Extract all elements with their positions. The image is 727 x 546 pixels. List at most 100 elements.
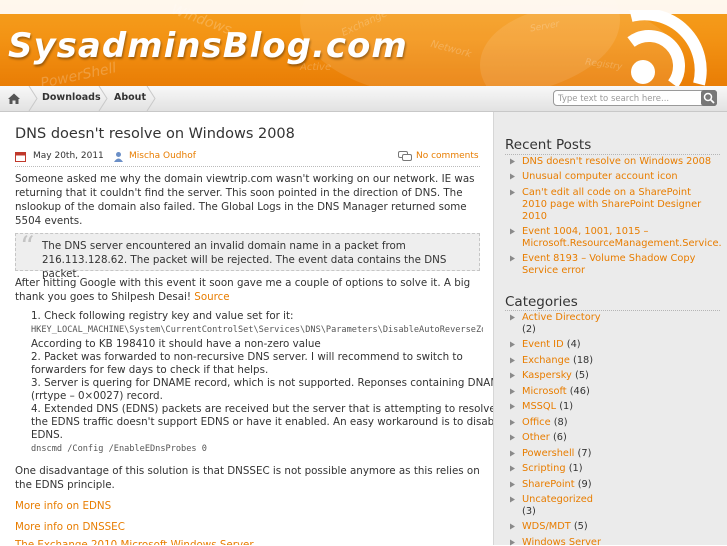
site-logo[interactable]: SysadminsBlog.com: [8, 26, 408, 66]
recent-post-link[interactable]: DNS doesn't resolve on Windows 2008: [522, 156, 711, 169]
category-item: Event ID (4): [522, 339, 581, 352]
category-link[interactable]: Powershell: [522, 448, 574, 459]
bullet-icon: [510, 314, 515, 321]
category-count: (3): [522, 506, 536, 517]
bullet-icon: [510, 189, 515, 196]
step-item: 2. Packet was forwarded to non-recursive…: [31, 351, 463, 363]
source-link[interactable]: Source: [194, 291, 229, 303]
category-count: (46): [569, 386, 590, 397]
category-link[interactable]: Other: [522, 432, 550, 443]
category-link[interactable]: Kaspersky: [522, 370, 572, 381]
dnssec-link[interactable]: More info on DNSSEC: [15, 520, 480, 534]
category-count: (4): [566, 339, 581, 350]
category-item: MSSQL (1): [522, 401, 573, 414]
post-paragraph-text: After hitting Google with this event it …: [15, 277, 471, 303]
category-count: (18): [573, 355, 594, 366]
category-item: Office (8): [522, 417, 568, 430]
step-item: EDNS.: [31, 429, 63, 441]
bullet-icon: [510, 419, 515, 426]
home-icon[interactable]: [4, 90, 24, 107]
category-count: (1): [559, 401, 574, 412]
nav-separator: [98, 86, 108, 111]
nav-item-downloads[interactable]: Downloads: [38, 86, 101, 111]
bullet-icon: [510, 341, 515, 348]
recent-post-link[interactable]: Unusual computer account icon: [522, 171, 678, 184]
post-author-link[interactable]: Mischa Oudhof: [129, 148, 196, 164]
bullet-icon: [510, 173, 515, 180]
categories-heading: Categories: [505, 294, 578, 310]
nav-separator: [28, 86, 38, 111]
bullet-icon: [510, 403, 515, 410]
next-post-title[interactable]: The Exchange 2010 Microsoft Windows Serv…: [15, 538, 480, 545]
recent-post-link[interactable]: Event 8193 – Volume Shadow Copy: [522, 253, 695, 266]
category-count: (7): [577, 448, 592, 459]
quote-text: The DNS server encountered an invalid do…: [42, 240, 447, 280]
recent-post-link-cont[interactable]: Service error: [522, 265, 585, 278]
category-link[interactable]: Microsoft: [522, 386, 567, 397]
bullet-icon: [510, 523, 515, 530]
search-input[interactable]: Type text to search here...: [553, 90, 717, 106]
post-title[interactable]: DNS doesn't resolve on Windows 2008: [15, 126, 295, 142]
bullet-icon: [510, 228, 515, 235]
bullet-icon: [510, 434, 515, 441]
post-paragraph: One disadvantage of this solution is tha…: [15, 465, 480, 491]
category-item: SharePoint (9): [522, 479, 592, 492]
bullet-icon: [510, 255, 515, 262]
category-count: (5): [575, 370, 589, 381]
quote-icon: “: [20, 230, 35, 263]
comments-icon: [398, 151, 412, 161]
category-count: (9): [577, 479, 592, 490]
post-date: May 20th, 2011: [33, 151, 104, 161]
step-item: According to KB 198410 it should have a …: [31, 338, 321, 350]
category-link[interactable]: Office: [522, 417, 551, 428]
bullet-icon: [510, 372, 515, 379]
category-count: (1): [568, 463, 583, 474]
category-link[interactable]: Active Directory: [522, 312, 601, 325]
category-link[interactable]: WDS/MDT: [522, 521, 571, 532]
category-link[interactable]: Exchange: [522, 355, 570, 366]
bullet-icon: [510, 496, 515, 503]
category-link[interactable]: MSSQL: [522, 401, 556, 412]
code-line: HKEY_LOCAL_MACHINE\System\CurrentControl…: [31, 325, 483, 335]
step-item: (rrtype – 0×0027) record.: [31, 390, 163, 402]
nav-item-about[interactable]: About: [110, 86, 146, 111]
nav-separator: [146, 86, 156, 111]
step-item: the EDNS traffic doesn't support EDNS or…: [31, 416, 504, 428]
bullet-icon: [510, 450, 515, 457]
sidebar-divider: [505, 154, 720, 155]
category-link[interactable]: Windows Server: [522, 537, 601, 545]
bullet-icon: [510, 158, 515, 165]
recent-posts-heading: Recent Posts: [505, 137, 592, 153]
edns-link[interactable]: More info on EDNS: [15, 499, 480, 513]
category-item: WDS/MDT (5): [522, 521, 588, 534]
post-paragraph: Someone asked me why the domain viewtrip…: [15, 173, 475, 227]
calendar-icon: [15, 152, 26, 162]
rss-icon[interactable]: [615, 10, 725, 86]
step-item: 1. Check following registry key and valu…: [31, 310, 294, 322]
site-header: Windows PowerShell Exchange Network Acti…: [0, 0, 727, 86]
sidebar-divider: [505, 310, 720, 311]
category-item: Exchange (18): [522, 355, 593, 368]
category-link[interactable]: Uncategorized: [522, 494, 593, 507]
recent-post-link-cont[interactable]: 2010: [522, 211, 547, 224]
category-link[interactable]: SharePoint: [522, 479, 575, 490]
bullet-icon: [510, 481, 515, 488]
recent-post-link-cont[interactable]: Microsoft.ResourceManagement.Service.exe: [522, 238, 722, 251]
category-item: Microsoft (46): [522, 386, 590, 399]
category-link[interactable]: Event ID: [522, 339, 564, 350]
category-count: (5): [573, 521, 588, 532]
bullet-icon: [510, 357, 515, 364]
comments-link[interactable]: No comments: [416, 148, 479, 164]
category-item: Other (6): [522, 432, 567, 445]
category-item: Scripting (1): [522, 463, 583, 476]
recent-post-link[interactable]: Can't edit all code on a SharePoint: [522, 187, 691, 200]
recent-post-link[interactable]: Event 1004, 1001, 1015 –: [522, 226, 648, 239]
search-icon[interactable]: [701, 90, 717, 106]
step-item: 3. Server is quering for DNAME record, w…: [31, 377, 506, 389]
bullet-icon: [510, 388, 515, 395]
recent-post-link-cont[interactable]: 2010 page with SharePoint Designer: [522, 199, 701, 212]
category-link[interactable]: Scripting: [522, 463, 566, 474]
category-count: (8): [553, 417, 568, 428]
category-count: (6): [552, 432, 567, 443]
bullet-icon: [510, 465, 515, 472]
